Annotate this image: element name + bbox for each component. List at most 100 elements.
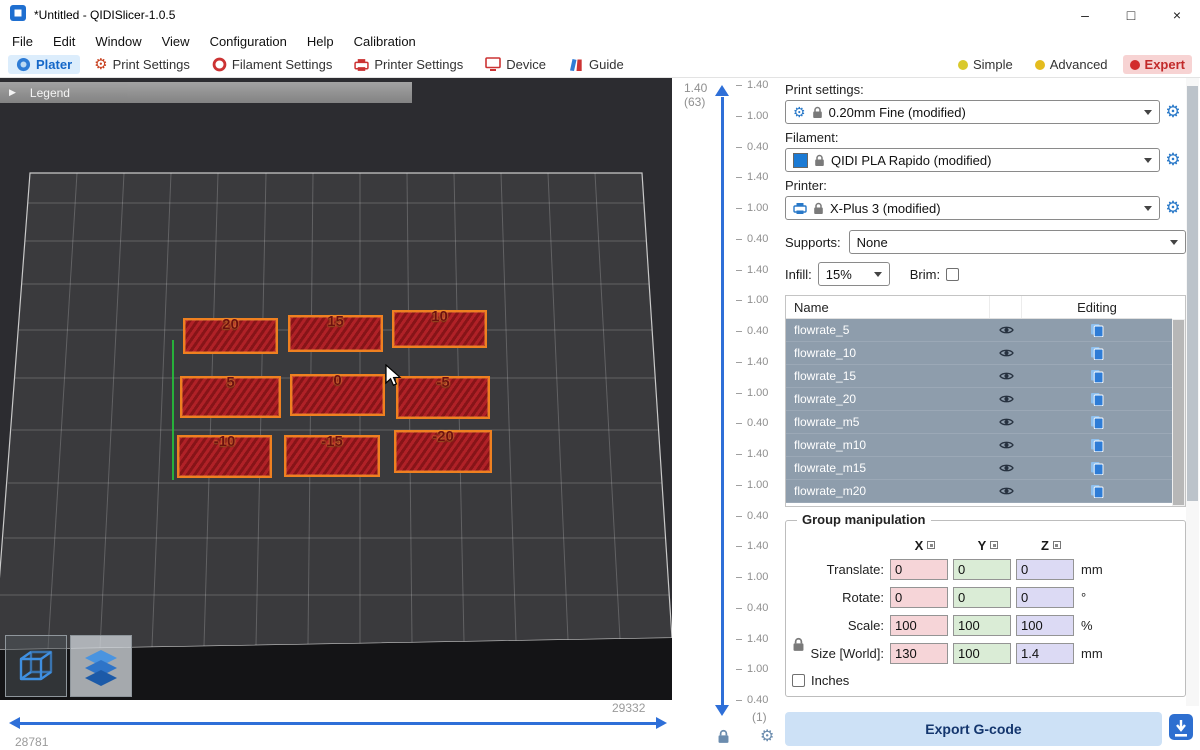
model-flowrate-0[interactable]: 0: [290, 374, 385, 416]
edit-settings-icon[interactable]: [1022, 369, 1172, 383]
3d-viewport[interactable]: 20 15 10 5 0 -5 -10 -15 -20 ▶ Legend: [0, 78, 672, 700]
object-row[interactable]: flowrate_5: [786, 319, 1172, 342]
translate-x-input[interactable]: [890, 559, 948, 580]
menu-configuration[interactable]: Configuration: [200, 34, 297, 49]
model-flowrate-m5[interactable]: -5: [396, 376, 490, 419]
model-flowrate-m20[interactable]: -20: [394, 430, 492, 473]
eye-icon[interactable]: [990, 486, 1022, 496]
rotate-x-input[interactable]: [890, 587, 948, 608]
edit-settings-icon[interactable]: [1022, 392, 1172, 406]
eye-icon[interactable]: [990, 394, 1022, 404]
edit-settings-icon[interactable]: [1022, 415, 1172, 429]
object-row[interactable]: flowrate_15: [786, 365, 1172, 388]
mode-simple[interactable]: Simple: [951, 55, 1020, 74]
edit-settings-icon[interactable]: [1022, 323, 1172, 337]
move-slider-right-handle[interactable]: [656, 717, 667, 729]
move-slider-track[interactable]: [20, 722, 656, 725]
layer-slider-lower-handle[interactable]: [715, 705, 729, 716]
axis-y-icon[interactable]: [990, 541, 998, 549]
rotate-z-input[interactable]: [1016, 587, 1074, 608]
edit-settings-icon[interactable]: [1022, 484, 1172, 498]
layers-view-button[interactable]: [70, 635, 132, 697]
menu-edit[interactable]: Edit: [43, 34, 85, 49]
layer-slider-lock-icon[interactable]: [717, 729, 730, 744]
scrollbar-thumb[interactable]: [1187, 86, 1198, 501]
uniform-scale-lock-icon[interactable]: [792, 637, 805, 652]
menu-window[interactable]: Window: [85, 34, 151, 49]
inches-row: Inches: [792, 673, 1179, 688]
axis-z-icon[interactable]: [1053, 541, 1061, 549]
object-row[interactable]: flowrate_m10: [786, 434, 1172, 457]
scrollbar-thumb[interactable]: [1173, 320, 1184, 505]
close-button[interactable]: ×: [1154, 0, 1200, 30]
maximize-button[interactable]: □: [1108, 0, 1154, 30]
print-settings-combo[interactable]: ⚙ 0.20mm Fine (modified): [785, 100, 1160, 124]
layer-tick-label: 1.40: [736, 172, 768, 183]
brim-checkbox[interactable]: [946, 268, 959, 281]
model-flowrate-m10[interactable]: -10: [177, 435, 272, 478]
menu-view[interactable]: View: [152, 34, 200, 49]
model-flowrate-20[interactable]: 20: [183, 318, 278, 354]
menu-calibration[interactable]: Calibration: [344, 34, 426, 49]
eye-icon[interactable]: [990, 371, 1022, 381]
model-flowrate-10[interactable]: 10: [392, 310, 487, 348]
model-flowrate-15[interactable]: 15: [288, 315, 383, 352]
printer-gear-button[interactable]: ⚙: [1160, 198, 1186, 218]
size-y-input[interactable]: [953, 643, 1011, 664]
minimize-button[interactable]: –: [1062, 0, 1108, 30]
tab-print-settings[interactable]: ⚙ Print Settings: [86, 55, 198, 74]
inches-label: Inches: [811, 673, 849, 688]
object-row[interactable]: flowrate_m20: [786, 480, 1172, 503]
tab-plater[interactable]: Plater: [8, 55, 80, 74]
tab-guide[interactable]: Guide: [560, 55, 632, 74]
move-slider-left-handle[interactable]: [9, 717, 20, 729]
print-settings-gear-button[interactable]: ⚙: [1160, 102, 1186, 122]
scale-y-input[interactable]: [953, 615, 1011, 636]
object-row[interactable]: flowrate_m5: [786, 411, 1172, 434]
model-flowrate-m15[interactable]: -15: [284, 435, 380, 477]
printer-combo[interactable]: X-Plus 3 (modified): [785, 196, 1160, 220]
eye-icon[interactable]: [990, 440, 1022, 450]
translate-y-input[interactable]: [953, 559, 1011, 580]
mode-advanced[interactable]: Advanced: [1028, 55, 1115, 74]
model-flowrate-5[interactable]: 5: [180, 376, 281, 418]
eye-icon[interactable]: [990, 463, 1022, 473]
menu-file[interactable]: File: [2, 34, 43, 49]
filament-combo[interactable]: QIDI PLA Rapido (modified): [785, 148, 1160, 172]
scale-x-input[interactable]: [890, 615, 948, 636]
legend-expand-icon[interactable]: ▶: [9, 88, 16, 97]
tab-filament-settings[interactable]: Filament Settings: [204, 55, 340, 74]
scale-z-input[interactable]: [1016, 615, 1074, 636]
object-row[interactable]: flowrate_m15: [786, 457, 1172, 480]
object-row[interactable]: flowrate_10: [786, 342, 1172, 365]
tab-printer-settings[interactable]: Printer Settings: [346, 55, 471, 74]
filament-gear-button[interactable]: ⚙: [1160, 150, 1186, 170]
export-gcode-button[interactable]: Export G-code: [785, 712, 1162, 746]
legend-bar[interactable]: ▶ Legend: [0, 82, 412, 103]
layer-slider-upper-handle[interactable]: [715, 85, 729, 96]
object-list-scrollbar[interactable]: [1172, 319, 1185, 506]
eye-icon[interactable]: [990, 417, 1022, 427]
layer-slider-gear-icon[interactable]: ⚙: [760, 726, 774, 746]
eye-icon[interactable]: [990, 348, 1022, 358]
eye-icon[interactable]: [990, 325, 1022, 335]
axis-x-icon[interactable]: [927, 541, 935, 549]
layer-slider-track[interactable]: [721, 97, 724, 706]
inches-checkbox[interactable]: [792, 674, 805, 687]
object-row[interactable]: flowrate_20: [786, 388, 1172, 411]
size-x-input[interactable]: [890, 643, 948, 664]
menu-help[interactable]: Help: [297, 34, 344, 49]
export-options-icon[interactable]: [1167, 712, 1195, 744]
3d-view-button[interactable]: [5, 635, 67, 697]
size-z-input[interactable]: [1016, 643, 1074, 664]
edit-settings-icon[interactable]: [1022, 438, 1172, 452]
edit-settings-icon[interactable]: [1022, 346, 1172, 360]
mode-expert[interactable]: Expert: [1123, 55, 1192, 74]
tab-device[interactable]: Device: [477, 55, 554, 74]
infill-combo[interactable]: 15%: [818, 262, 890, 286]
translate-z-input[interactable]: [1016, 559, 1074, 580]
panel-scrollbar[interactable]: [1186, 78, 1199, 706]
edit-settings-icon[interactable]: [1022, 461, 1172, 475]
rotate-y-input[interactable]: [953, 587, 1011, 608]
supports-combo[interactable]: None: [849, 230, 1186, 254]
